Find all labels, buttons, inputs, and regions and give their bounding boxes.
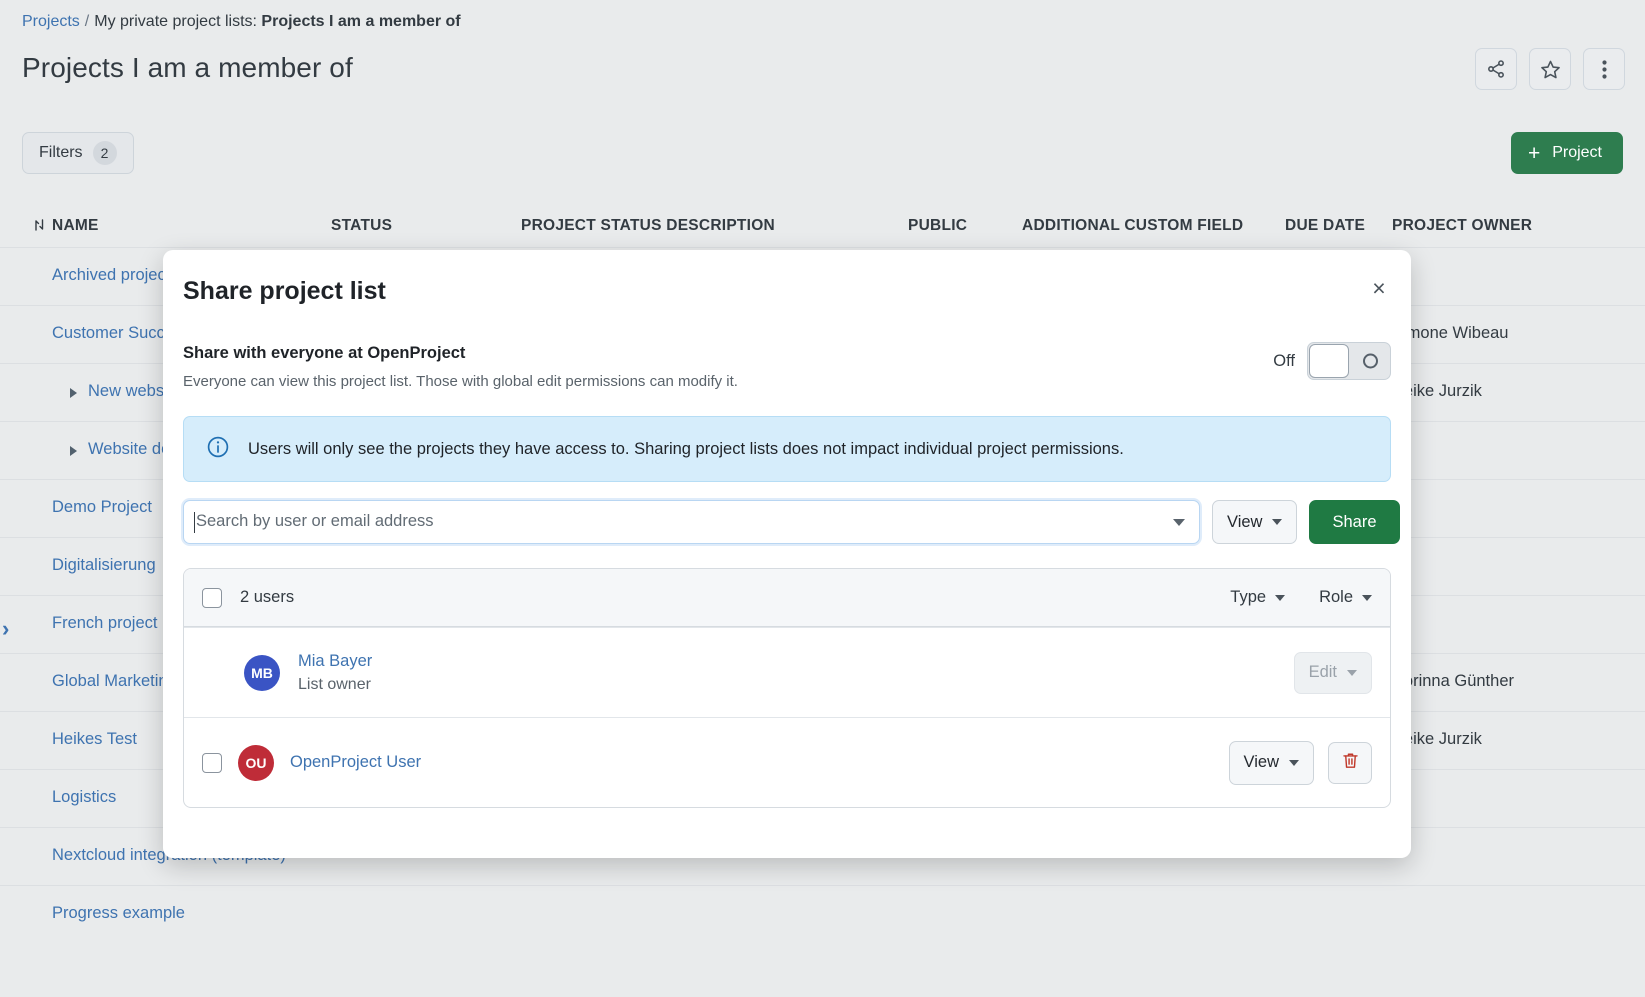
share-everyone-toggle-group: Off bbox=[1273, 342, 1391, 380]
expand-triangle-icon[interactable] bbox=[70, 388, 77, 398]
chevron-down-icon[interactable] bbox=[1173, 519, 1185, 526]
share-button[interactable]: Share bbox=[1309, 500, 1400, 544]
project-name-link[interactable]: Global Marketing bbox=[52, 672, 177, 691]
col-header-name[interactable]: NAME bbox=[52, 217, 99, 235]
role-dropdown-label: View bbox=[1243, 753, 1279, 771]
remove-user-button[interactable] bbox=[1328, 741, 1372, 784]
col-header-due-date[interactable]: DUE DATE bbox=[1285, 217, 1365, 235]
share-list-button[interactable] bbox=[1475, 48, 1517, 90]
breadcrumb-separator: / bbox=[84, 13, 90, 30]
text-caret bbox=[194, 512, 195, 533]
add-project-label: Project bbox=[1552, 144, 1602, 161]
type-filter-label: Type bbox=[1230, 588, 1267, 606]
chevron-down-icon bbox=[1272, 519, 1283, 525]
share-button-label: Share bbox=[1332, 512, 1377, 531]
projects-page: Projects / My private project lists: Proje… bbox=[0, 0, 1645, 997]
info-banner-text: Users will only see the projects they ha… bbox=[248, 439, 1124, 458]
star-icon bbox=[1540, 59, 1561, 80]
toggle-state-label: Off bbox=[1273, 351, 1295, 370]
user-name-link[interactable]: Mia Bayer bbox=[298, 652, 372, 671]
col-header-project-owner[interactable]: PROJECT OWNER bbox=[1392, 217, 1532, 235]
list-item: MB Mia Bayer List owner Edit bbox=[184, 627, 1390, 717]
role-filter-label: Role bbox=[1319, 588, 1353, 606]
project-name-link[interactable]: Demo Project bbox=[52, 498, 152, 517]
share-project-list-dialog: Share project list × Share with everyone… bbox=[163, 250, 1411, 858]
share-everyone-heading: Share with everyone at OpenProject bbox=[183, 344, 466, 362]
chevron-down-icon bbox=[1347, 669, 1357, 676]
plus-icon: + bbox=[1527, 141, 1541, 165]
breadcrumb-current: Projects I am a member of bbox=[261, 13, 461, 30]
project-name-link[interactable]: Logistics bbox=[52, 788, 116, 807]
toggle-knob bbox=[1309, 344, 1349, 378]
project-name-link[interactable]: Progress example bbox=[52, 904, 185, 923]
col-header-additional-custom-field[interactable]: ADDITIONAL CUSTOM FIELD bbox=[1022, 217, 1243, 235]
role-dropdown-label: Edit bbox=[1308, 663, 1337, 681]
project-name-link[interactable]: Heikes Test bbox=[52, 730, 137, 749]
share-everyone-description: Everyone can view this project list. Tho… bbox=[183, 373, 738, 390]
kebab-menu-icon bbox=[1601, 59, 1607, 80]
filters-count-badge: 2 bbox=[92, 141, 117, 165]
row-actions: View bbox=[1228, 740, 1372, 785]
project-name-link[interactable]: French project bbox=[52, 614, 157, 633]
table-header-row: NAME STATUS PROJECT STATUS DESCRIPTION P… bbox=[0, 205, 1645, 247]
favorite-button[interactable] bbox=[1529, 48, 1571, 90]
share-search-row: Search by user or email address View Sha… bbox=[183, 500, 1400, 544]
select-all-checkbox[interactable] bbox=[202, 587, 222, 608]
table-row[interactable]: Progress example bbox=[0, 885, 1645, 943]
row-actions: Edit bbox=[1293, 651, 1372, 694]
share-icon bbox=[1486, 59, 1506, 79]
breadcrumb-trail-prefix: My private project lists: bbox=[94, 13, 257, 30]
view-role-dropdown[interactable]: View bbox=[1212, 500, 1298, 544]
project-name-link[interactable]: Archived project bbox=[52, 266, 170, 285]
user-name-link[interactable]: OpenProject User bbox=[290, 753, 421, 772]
info-banner: Users will only see the projects they ha… bbox=[183, 416, 1391, 482]
role-dropdown-disabled: Edit bbox=[1293, 651, 1372, 694]
col-header-status[interactable]: STATUS bbox=[331, 217, 392, 235]
avatar: OU bbox=[238, 744, 274, 781]
chevron-down-icon bbox=[1275, 594, 1286, 601]
project-name-link[interactable]: Digitalisierung bbox=[52, 556, 156, 575]
view-role-label: View bbox=[1227, 512, 1263, 531]
expand-triangle-icon[interactable] bbox=[70, 446, 77, 456]
user-search-placeholder: Search by user or email address bbox=[196, 512, 434, 530]
col-header-project-status-description[interactable]: PROJECT STATUS DESCRIPTION bbox=[521, 217, 775, 235]
shared-users-header: 2 users Type Role bbox=[184, 569, 1390, 627]
trash-icon bbox=[1341, 751, 1360, 775]
type-filter-dropdown[interactable]: Type bbox=[1230, 588, 1286, 607]
page-title: Projects I am a member of bbox=[22, 52, 353, 83]
sort-icon[interactable] bbox=[34, 218, 45, 237]
share-everyone-toggle[interactable] bbox=[1307, 342, 1391, 380]
user-subtitle: List owner bbox=[298, 675, 371, 693]
sidebar-expand-chevron-icon[interactable]: › bbox=[2, 616, 9, 642]
info-icon bbox=[206, 435, 230, 464]
list-filter-dropdowns: Type Role bbox=[1230, 588, 1372, 607]
breadcrumb-link-projects[interactable]: Projects bbox=[22, 13, 80, 30]
col-header-public[interactable]: PUBLIC bbox=[908, 217, 967, 235]
add-project-button[interactable]: + Project bbox=[1510, 132, 1623, 174]
role-filter-dropdown[interactable]: Role bbox=[1319, 588, 1372, 607]
users-count-label: 2 users bbox=[240, 588, 295, 606]
filters-button[interactable]: Filters 2 bbox=[22, 132, 134, 174]
close-icon[interactable]: × bbox=[1363, 272, 1395, 304]
chevron-down-icon bbox=[1362, 594, 1372, 601]
filters-label: Filters bbox=[39, 144, 83, 161]
row-select-checkbox[interactable] bbox=[202, 752, 222, 773]
list-item: OU OpenProject User View bbox=[184, 717, 1390, 807]
avatar: MB bbox=[244, 654, 280, 691]
breadcrumb: Projects / My private project lists: Proje… bbox=[22, 13, 461, 31]
user-search-input[interactable]: Search by user or email address bbox=[183, 500, 1200, 544]
toolbar: Filters 2 bbox=[22, 132, 134, 174]
chevron-down-icon bbox=[1289, 759, 1299, 766]
role-dropdown[interactable]: View bbox=[1228, 740, 1314, 785]
shared-users-list: 2 users Type Role MB Mia Bayer List owne… bbox=[183, 568, 1391, 808]
more-menu-button[interactable] bbox=[1583, 48, 1625, 90]
dialog-title: Share project list bbox=[183, 277, 386, 305]
header-actions bbox=[1475, 48, 1625, 90]
toggle-off-circle-icon bbox=[1363, 353, 1378, 369]
